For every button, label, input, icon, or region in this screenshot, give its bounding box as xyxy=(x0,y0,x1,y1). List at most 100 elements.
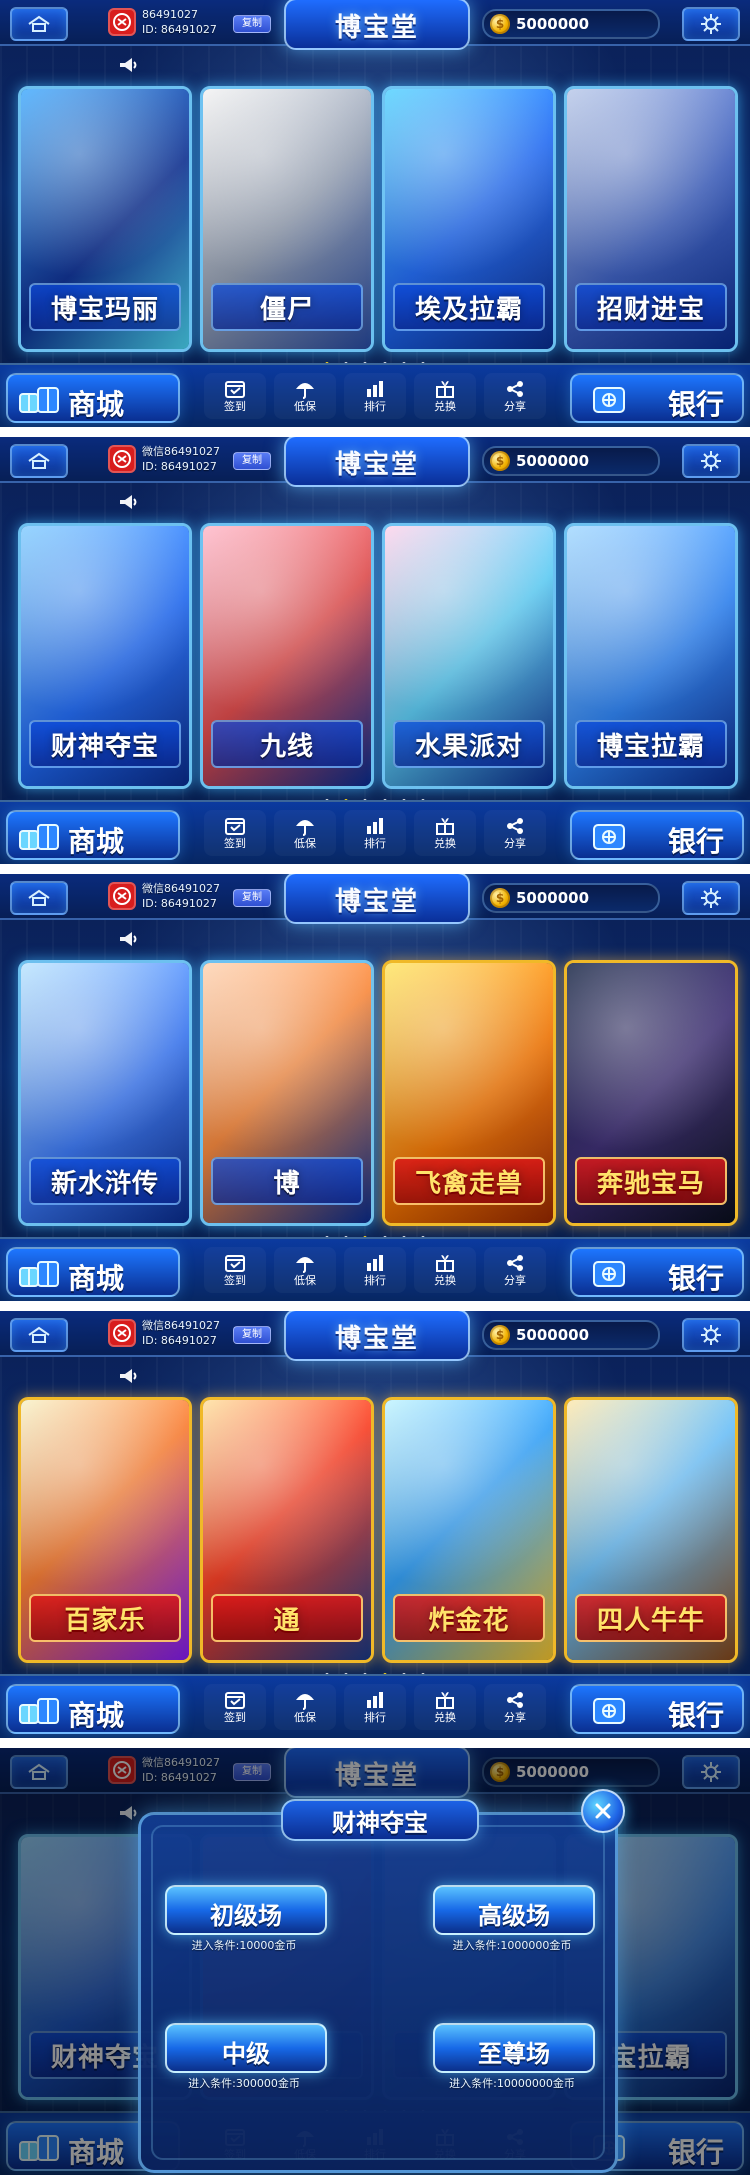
shop-button[interactable]: 商城 xyxy=(6,373,180,423)
coin-balance: $ 5000000 xyxy=(482,9,660,39)
game-card[interactable]: 博宝拉霸 xyxy=(564,523,738,789)
game-card-label: 埃及拉霸 xyxy=(393,283,545,331)
bottom-nav: 签到 低保 排行 兑换 xyxy=(204,373,546,419)
shop-label: 商城 xyxy=(68,1262,125,1295)
umbrella-icon xyxy=(296,1694,314,1710)
game-card[interactable]: 飞禽走兽 xyxy=(382,960,556,1226)
game-card[interactable]: 水果派对 xyxy=(382,523,556,789)
game-card[interactable]: 僵尸 xyxy=(200,86,374,352)
room-button[interactable]: 高级场 xyxy=(433,1885,595,1935)
game-card-label: 招财进宝 xyxy=(575,283,727,331)
shop-gift-icon xyxy=(19,1698,59,1724)
game-card-label: 财神夺宝 xyxy=(29,720,181,768)
nav-item-checkin[interactable]: 签到 xyxy=(204,1247,266,1293)
game-card[interactable]: 通 xyxy=(200,1397,374,1663)
avatar[interactable] xyxy=(108,445,136,473)
nav-item-ranking[interactable]: 排行 xyxy=(344,810,406,856)
settings-button[interactable] xyxy=(682,7,740,41)
nav-item-ranking[interactable]: 排行 xyxy=(344,1684,406,1730)
game-card[interactable]: 四人牛牛 xyxy=(564,1397,738,1663)
nav-item-exchange[interactable]: 兑换 xyxy=(414,810,476,856)
copy-button[interactable]: 复制 xyxy=(233,452,271,470)
copy-button[interactable]: 复制 xyxy=(233,15,271,33)
nav-label: 分享 xyxy=(504,1711,526,1724)
shop-gift-icon xyxy=(19,387,59,413)
game-card[interactable]: 九线 xyxy=(200,523,374,789)
game-card[interactable]: 埃及拉霸 xyxy=(382,86,556,352)
shop-button[interactable]: 商城 xyxy=(6,810,180,860)
game-card[interactable]: 财神夺宝 xyxy=(18,523,192,789)
game-card[interactable]: 炸金花 xyxy=(382,1397,556,1663)
nav-item-share[interactable]: 分享 xyxy=(484,1684,546,1730)
room-button[interactable]: 中级 xyxy=(165,2023,327,2073)
nav-item-checkin[interactable]: 签到 xyxy=(204,1684,266,1730)
home-button[interactable] xyxy=(10,7,68,41)
room-junior: 初级场 进入条件:10000金币 xyxy=(165,1885,327,1955)
room-requirement: 进入条件:1000000金币 xyxy=(452,1939,572,1952)
game-card[interactable]: 招财进宝 xyxy=(564,86,738,352)
avatar[interactable] xyxy=(108,1319,136,1347)
bank-button[interactable]: 银行 xyxy=(570,1684,744,1734)
game-card-label: 新水浒传 xyxy=(29,1157,181,1205)
avatar[interactable] xyxy=(108,8,136,36)
game-card[interactable]: 博 xyxy=(200,960,374,1226)
home-button[interactable] xyxy=(10,1318,68,1352)
settings-button[interactable] xyxy=(682,444,740,478)
bottom-nav: 签到 低保 排行 兑换 xyxy=(204,1684,546,1730)
copy-button[interactable]: 复制 xyxy=(233,1326,271,1344)
shop-label: 商城 xyxy=(68,1699,125,1732)
home-button[interactable] xyxy=(10,881,68,915)
nav-label: 兑换 xyxy=(434,400,456,413)
bank-safe-icon xyxy=(593,1261,625,1287)
nav-item-checkin[interactable]: 签到 xyxy=(204,810,266,856)
nav-item-exchange[interactable]: 兑换 xyxy=(414,373,476,419)
bank-button[interactable]: 银行 xyxy=(570,810,744,860)
coin-icon: $ xyxy=(490,451,510,471)
settings-button[interactable] xyxy=(682,881,740,915)
home-button[interactable] xyxy=(10,444,68,478)
game-card[interactable]: 百家乐 xyxy=(18,1397,192,1663)
game-card[interactable]: 新水浒传 xyxy=(18,960,192,1226)
coin-amount: 5000000 xyxy=(516,1326,590,1344)
nav-item-ranking[interactable]: 排行 xyxy=(344,1247,406,1293)
announcement-speaker-icon xyxy=(120,495,137,509)
nav-label: 签到 xyxy=(224,837,246,850)
profile-block: 微信86491027 ID: 86491027 复制 xyxy=(108,443,278,477)
nav-item-share[interactable]: 分享 xyxy=(484,810,546,856)
avatar[interactable] xyxy=(108,882,136,910)
nav-item-subsidy[interactable]: 低保 xyxy=(274,810,336,856)
game-card-label: 九线 xyxy=(211,720,363,768)
game-cards: 财神夺宝 九线 水果派对 博宝拉霸 xyxy=(18,523,738,789)
bottom-bar: 商城 签到 低保 排行 xyxy=(0,1674,750,1738)
game-card[interactable]: 博宝玛丽 xyxy=(18,86,192,352)
lobby-panel-4: 微信86491027 ID: 86491027 复制 博宝堂 $ 5000000… xyxy=(0,1311,750,1738)
game-card[interactable]: 奔驰宝马 xyxy=(564,960,738,1226)
umbrella-icon xyxy=(296,820,314,836)
nav-item-share[interactable]: 分享 xyxy=(484,1247,546,1293)
nav-item-checkin[interactable]: 签到 xyxy=(204,373,266,419)
room-button[interactable]: 至尊场 xyxy=(433,2023,595,2073)
shop-button[interactable]: 商城 xyxy=(6,1247,180,1297)
brand-title: 博宝堂 xyxy=(334,450,419,480)
room-button[interactable]: 初级场 xyxy=(165,1885,327,1935)
share-icon xyxy=(507,1255,523,1271)
game-cards: 新水浒传 博 飞禽走兽 奔驰宝马 xyxy=(18,960,738,1226)
nav-item-share[interactable]: 分享 xyxy=(484,373,546,419)
game-card-label: 炸金花 xyxy=(393,1594,545,1642)
copy-button[interactable]: 复制 xyxy=(233,889,271,907)
modal-close-button[interactable] xyxy=(581,1789,625,1833)
bank-safe-icon xyxy=(593,387,625,413)
shop-button[interactable]: 商城 xyxy=(6,1684,180,1734)
bank-button[interactable]: 银行 xyxy=(570,1247,744,1297)
settings-button[interactable] xyxy=(682,1318,740,1352)
nav-item-exchange[interactable]: 兑换 xyxy=(414,1684,476,1730)
nav-item-subsidy[interactable]: 低保 xyxy=(274,373,336,419)
nav-item-ranking[interactable]: 排行 xyxy=(344,373,406,419)
close-icon xyxy=(595,1803,611,1819)
nav-item-subsidy[interactable]: 低保 xyxy=(274,1684,336,1730)
game-card-label: 奔驰宝马 xyxy=(575,1157,727,1205)
bank-button[interactable]: 银行 xyxy=(570,373,744,423)
nav-item-subsidy[interactable]: 低保 xyxy=(274,1247,336,1293)
nav-item-exchange[interactable]: 兑换 xyxy=(414,1247,476,1293)
room-label: 高级场 xyxy=(478,1902,550,1930)
